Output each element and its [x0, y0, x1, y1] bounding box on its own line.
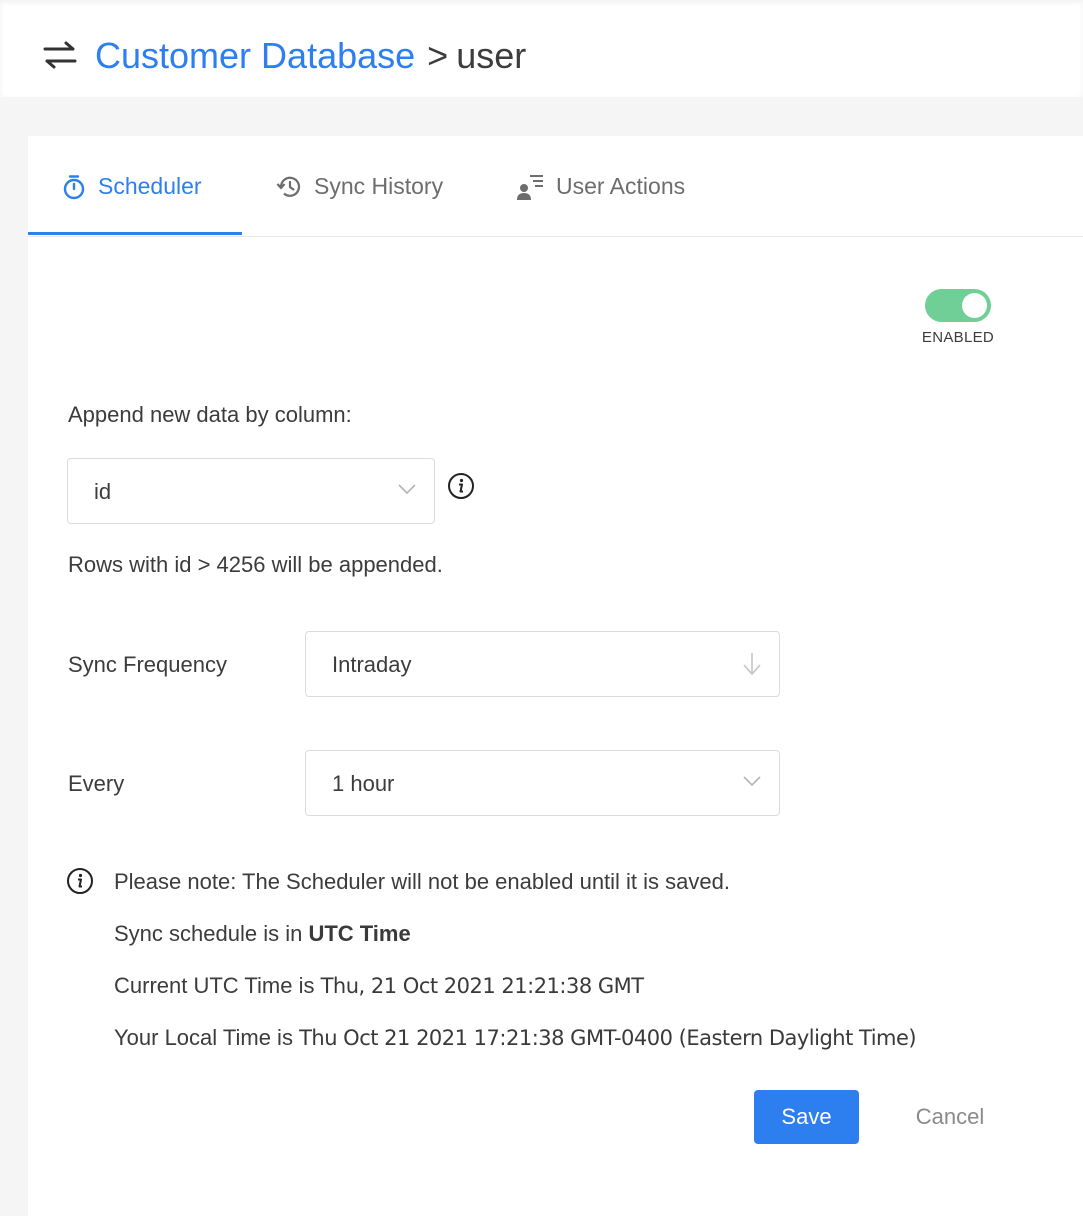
chevron-down-icon: [743, 776, 761, 787]
save-required-note: Please note: The Scheduler will not be e…: [114, 869, 730, 894]
local-time: Your Local Time is Thu Oct 21 2021 17:21…: [114, 1025, 917, 1051]
schedule-timezone-note: Sync schedule is in UTC Time: [114, 921, 411, 947]
user-list-icon: [517, 174, 543, 200]
breadcrumb-table: user: [456, 35, 527, 76]
sync-frequency-select[interactable]: Intraday: [305, 631, 780, 697]
breadcrumb: Customer Database > user: [95, 34, 526, 78]
tab-user-actions[interactable]: User Actions: [516, 136, 685, 237]
sync-frequency-value: Intraday: [332, 652, 412, 677]
every-label: Every: [68, 771, 125, 796]
current-utc-time: Current UTC Time is Thu, 21 Oct 2021 21:…: [114, 973, 644, 999]
tab-scheduler[interactable]: Scheduler: [62, 136, 202, 237]
scheduler-panel: Scheduler Sync History User Actions ENAB…: [28, 136, 1083, 1216]
every-select[interactable]: 1 hour: [305, 750, 780, 816]
append-column-value: id: [94, 479, 112, 504]
tab-bar: Scheduler Sync History User Actions: [28, 136, 1083, 237]
local-time-value: Thu Oct 21 2021 17:21:38 GMT-0400 (Easte…: [299, 1026, 917, 1050]
tab-sync-history[interactable]: Sync History: [276, 136, 443, 237]
tab-sync-history-label: Sync History: [314, 173, 444, 199]
save-button[interactable]: Save: [754, 1090, 859, 1144]
sync-frequency-label: Sync Frequency: [68, 652, 227, 677]
info-icon: [67, 868, 93, 894]
page-header: Customer Database > user: [0, 0, 1083, 97]
arrow-down-icon: [743, 653, 761, 676]
utc-time-value: Thu, 21 Oct 2021 21:21:38 GMT: [320, 974, 645, 998]
tab-user-actions-label: User Actions: [556, 173, 686, 199]
chevron-down-icon: [398, 484, 416, 495]
swap-arrows-icon: [43, 41, 77, 69]
every-value: 1 hour: [332, 771, 395, 796]
utc-time-prefix: Current UTC Time is: [114, 973, 321, 998]
append-column-label: Append new data by column:: [68, 402, 352, 427]
info-icon[interactable]: [447, 472, 475, 500]
cancel-button[interactable]: Cancel: [890, 1090, 1010, 1144]
toggle-knob: [962, 293, 987, 318]
rows-append-note: Rows with id > 4256 will be appended.: [68, 552, 443, 577]
history-icon: [276, 176, 301, 197]
active-tab-indicator: [28, 232, 242, 235]
stopwatch-icon: [63, 174, 85, 199]
breadcrumb-separator: >: [427, 35, 449, 76]
local-time-prefix: Your Local Time is: [114, 1025, 300, 1050]
schedule-timezone-prefix: Sync schedule is in: [114, 921, 309, 946]
toggle-label: ENABLED: [921, 329, 995, 346]
append-column-select[interactable]: id: [67, 458, 435, 524]
breadcrumb-database-link[interactable]: Customer Database: [95, 35, 415, 76]
tab-scheduler-label: Scheduler: [98, 173, 202, 199]
enabled-toggle[interactable]: [925, 289, 991, 322]
schedule-timezone-value: UTC Time: [308, 921, 411, 946]
